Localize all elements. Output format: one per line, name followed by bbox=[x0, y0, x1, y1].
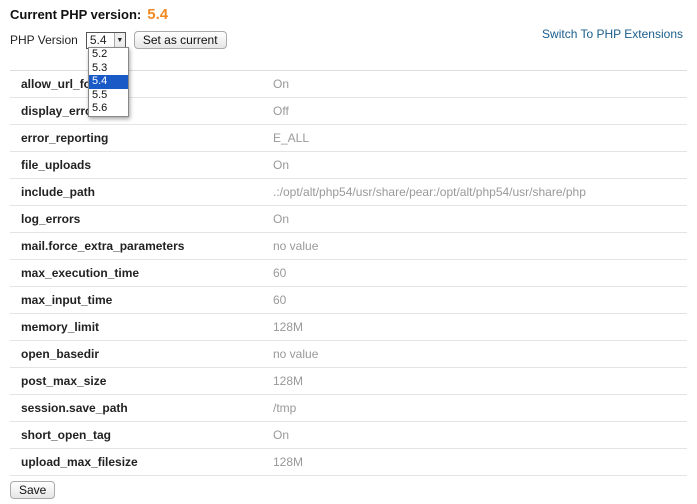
php-version-label: PHP Version bbox=[10, 33, 78, 47]
setting-value: 60 bbox=[273, 266, 287, 280]
setting-name: log_errors bbox=[21, 212, 81, 226]
setting-value: .:/opt/alt/php54/usr/share/pear:/opt/alt… bbox=[273, 185, 586, 199]
setting-name: mail.force_extra_parameters bbox=[21, 239, 185, 253]
table-row: error_reporting E_ALL bbox=[10, 125, 687, 152]
dropdown-option[interactable]: 5.5 bbox=[89, 89, 128, 103]
setting-name: short_open_tag bbox=[21, 428, 112, 442]
table-row: max_execution_time 60 bbox=[10, 260, 687, 287]
setting-name: upload_max_filesize bbox=[21, 455, 138, 469]
setting-value: no value bbox=[273, 347, 319, 361]
table-row: short_open_tag On bbox=[10, 422, 687, 449]
php-settings-table: allow_url_fopen On display_errors Off error_… bbox=[10, 70, 687, 476]
php-version-select-value: 5.4 bbox=[89, 32, 107, 47]
dropdown-option[interactable]: 5.4 bbox=[89, 75, 128, 89]
setting-value: On bbox=[273, 428, 290, 442]
current-version-label: Current PHP version: bbox=[10, 7, 142, 22]
setting-value: 128M bbox=[273, 320, 304, 334]
save-button[interactable]: Save bbox=[10, 481, 56, 499]
table-row: session.save_path/tmp bbox=[10, 395, 687, 422]
table-row: include_path .:/opt/alt/php54/usr/share/p… bbox=[10, 179, 687, 206]
current-version-value: 5.4 bbox=[147, 6, 169, 23]
setting-value: 128M bbox=[273, 455, 304, 469]
setting-name: include_path bbox=[21, 185, 96, 199]
setting-value: no value bbox=[273, 239, 319, 253]
php-version-select[interactable]: 5.4 ▼ bbox=[85, 31, 126, 49]
setting-value: 60 bbox=[273, 293, 287, 307]
setting-name: file_uploads bbox=[21, 158, 92, 172]
dropdown-option[interactable]: 5.6 bbox=[89, 102, 128, 116]
setting-name: open_basedir bbox=[21, 347, 100, 361]
setting-name: display_errors bbox=[21, 104, 104, 118]
setting-name: error_reporting bbox=[21, 131, 109, 145]
dropdown-option[interactable]: 5.3 bbox=[89, 62, 128, 76]
setting-value: On bbox=[273, 158, 290, 172]
switch-to-php-extensions-link[interactable]: Switch To PHP Extensions bbox=[542, 27, 683, 41]
chevron-down-icon[interactable]: ▼ bbox=[113, 32, 125, 48]
setting-name: allow_url_fopen bbox=[21, 77, 113, 91]
setting-name: memory_limit bbox=[21, 320, 100, 334]
setting-name: max_execution_time bbox=[21, 266, 140, 280]
setting-name: post_max_size bbox=[21, 374, 107, 388]
setting-value: On bbox=[273, 77, 290, 91]
setting-value: /tmp bbox=[273, 401, 297, 415]
table-row: open_basedir no value bbox=[10, 341, 687, 368]
table-row: mail.force_extra_parameters no value bbox=[10, 233, 687, 260]
table-row: post_max_size 128M bbox=[10, 368, 687, 395]
setting-name: session.save_path bbox=[21, 401, 128, 415]
php-version-dropdown-list: 5.2 5.3 5.4 5.5 5.6 bbox=[88, 47, 129, 117]
setting-value: On bbox=[273, 212, 290, 226]
current-version-heading: Current PHP version: 5.4 bbox=[10, 6, 168, 23]
table-row: upload_max_filesize 128M bbox=[10, 449, 687, 476]
table-row: memory_limit 128M bbox=[10, 314, 687, 341]
setting-value: E_ALL bbox=[273, 131, 310, 145]
setting-value: 128M bbox=[273, 374, 304, 388]
table-row: max_input_time 60 bbox=[10, 287, 687, 314]
table-row: file_uploads On bbox=[10, 152, 687, 179]
dropdown-option[interactable]: 5.2 bbox=[89, 48, 128, 62]
setting-name: max_input_time bbox=[21, 293, 113, 307]
set-as-current-button[interactable]: Set as current bbox=[133, 31, 227, 49]
table-row: log_errors On bbox=[10, 206, 687, 233]
setting-value: Off bbox=[273, 104, 289, 118]
